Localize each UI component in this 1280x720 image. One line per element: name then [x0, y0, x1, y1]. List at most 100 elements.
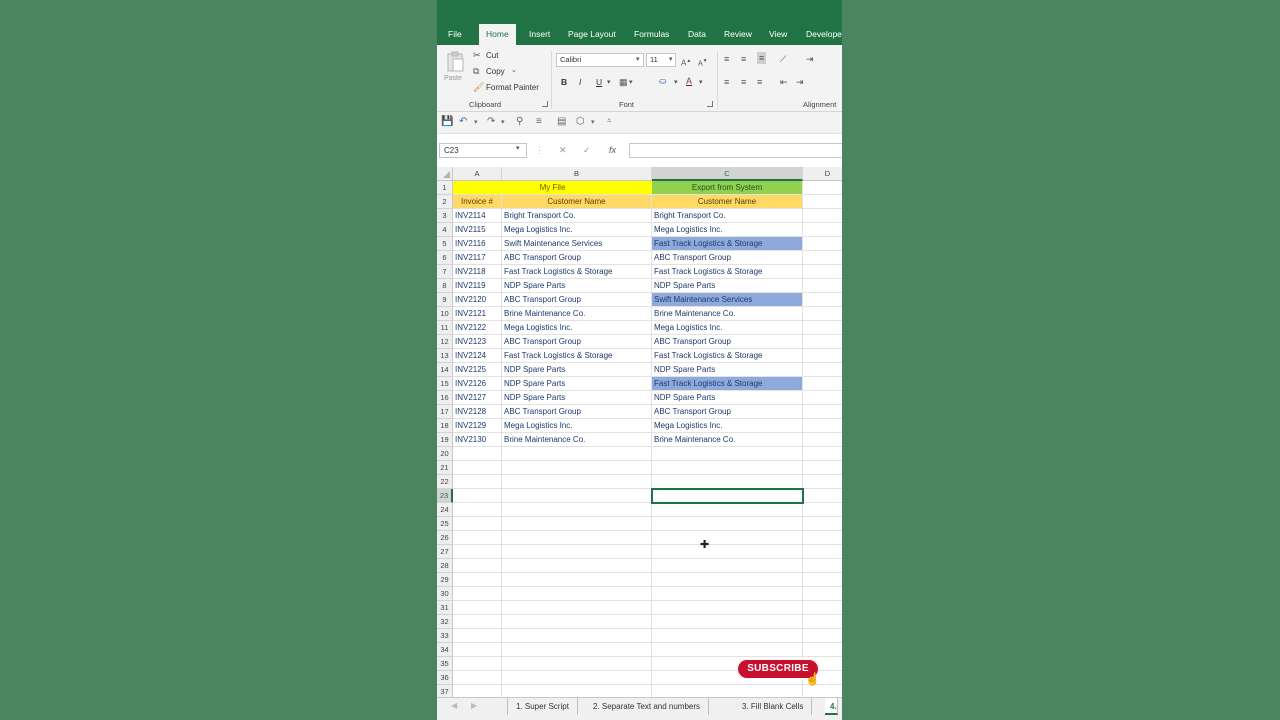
fill-color-icon[interactable]: ⛀: [659, 75, 667, 87]
cell-a20[interactable]: [453, 447, 502, 461]
column-header-a[interactable]: A: [453, 167, 502, 181]
row-header-5[interactable]: 5: [437, 237, 453, 251]
cell-c33[interactable]: [652, 629, 803, 643]
cell-a34[interactable]: [453, 643, 502, 657]
cell-b24[interactable]: [502, 503, 652, 517]
cell-a28[interactable]: [453, 559, 502, 573]
export-customer-cell[interactable]: Bright Transport Co.: [652, 209, 803, 223]
cell-b27[interactable]: [502, 545, 652, 559]
header-customer-name-c[interactable]: Customer Name: [652, 195, 803, 209]
cell-b22[interactable]: [502, 475, 652, 489]
italic-button[interactable]: I: [579, 77, 581, 87]
cell-d13[interactable]: [803, 349, 842, 363]
invoice-cell[interactable]: INV2118: [453, 265, 502, 279]
row-header-10[interactable]: 10: [437, 307, 453, 321]
cell-a33[interactable]: [453, 629, 502, 643]
invoice-cell[interactable]: INV2121: [453, 307, 502, 321]
clipboard-launcher-icon[interactable]: [542, 101, 548, 107]
cut-icon[interactable]: ✂: [473, 49, 481, 61]
cell-b23[interactable]: [502, 489, 652, 503]
export-customer-cell[interactable]: Brine Maintenance Co.: [652, 433, 803, 447]
invoice-cell[interactable]: INV2116: [453, 237, 502, 251]
my-file-customer-cell[interactable]: ABC Transport Group: [502, 405, 652, 419]
cell-c34[interactable]: [652, 643, 803, 657]
cell-b35[interactable]: [502, 657, 652, 671]
invoice-cell[interactable]: INV2120: [453, 293, 502, 307]
bold-button[interactable]: B: [561, 77, 567, 87]
cell-b25[interactable]: [502, 517, 652, 531]
cell-d19[interactable]: [803, 433, 842, 447]
row-header-28[interactable]: 28: [437, 559, 453, 573]
invoice-cell[interactable]: INV2128: [453, 405, 502, 419]
row-header-6[interactable]: 6: [437, 251, 453, 265]
row-header-9[interactable]: 9: [437, 293, 453, 307]
undo-dropdown-icon[interactable]: ▾: [474, 118, 478, 126]
export-customer-cell[interactable]: Mega Logistics Inc.: [652, 419, 803, 433]
row-header-21[interactable]: 21: [437, 461, 453, 475]
cell-c24[interactable]: [652, 503, 803, 517]
tab-data[interactable]: Data: [688, 24, 706, 45]
my-file-customer-cell[interactable]: Brine Maintenance Co.: [502, 307, 652, 321]
row-header-4[interactable]: 4: [437, 223, 453, 237]
row-header-32[interactable]: 32: [437, 615, 453, 629]
row-header-20[interactable]: 20: [437, 447, 453, 461]
font-size-dropdown-icon[interactable]: ▾: [669, 54, 673, 66]
font-launcher-icon[interactable]: [707, 101, 713, 107]
undo-icon[interactable]: ↶: [459, 116, 467, 127]
cell-b20[interactable]: [502, 447, 652, 461]
cell-d2[interactable]: [803, 195, 842, 209]
row-header-34[interactable]: 34: [437, 643, 453, 657]
cell-c29[interactable]: [652, 573, 803, 587]
column-header-d[interactable]: D: [803, 167, 842, 181]
redo-dropdown-icon[interactable]: ▾: [501, 118, 505, 126]
cell-d27[interactable]: [803, 545, 842, 559]
wrap-text-icon[interactable]: ⇥: [806, 53, 814, 65]
cell-d22[interactable]: [803, 475, 842, 489]
cell-c20[interactable]: [652, 447, 803, 461]
export-customer-cell-mismatch[interactable]: Swift Maintenance Services: [652, 293, 803, 307]
cell-c28[interactable]: [652, 559, 803, 573]
cell-d25[interactable]: [803, 517, 842, 531]
my-file-customer-cell[interactable]: Mega Logistics Inc.: [502, 321, 652, 335]
header-export-from-system[interactable]: Export from System: [652, 181, 803, 195]
cell-b31[interactable]: [502, 601, 652, 615]
cell-a24[interactable]: [453, 503, 502, 517]
export-customer-cell[interactable]: Fast Track Logistics & Storage: [652, 265, 803, 279]
select-all-corner[interactable]: [437, 167, 453, 181]
cell-d3[interactable]: [803, 209, 842, 223]
my-file-customer-cell[interactable]: NDP Spare Parts: [502, 377, 652, 391]
sheet-tab-separate-text[interactable]: 2. Separate Text and numbers: [585, 698, 710, 715]
cell-a23[interactable]: [453, 489, 502, 503]
cell-b26[interactable]: [502, 531, 652, 545]
export-customer-cell[interactable]: NDP Spare Parts: [652, 363, 803, 377]
cell-a31[interactable]: [453, 601, 502, 615]
export-customer-cell[interactable]: ABC Transport Group: [652, 251, 803, 265]
sheet-prev-icon[interactable]: ◀: [451, 701, 457, 710]
cell-d20[interactable]: [803, 447, 842, 461]
cell-d7[interactable]: [803, 265, 842, 279]
cell-d37[interactable]: [803, 685, 842, 697]
format-painter-icon[interactable]: 🖌: [473, 81, 484, 93]
increase-font-icon[interactable]: A▲: [681, 55, 691, 70]
invoice-cell[interactable]: INV2124: [453, 349, 502, 363]
cell-c30[interactable]: [652, 587, 803, 601]
cell-b21[interactable]: [502, 461, 652, 475]
row-header-30[interactable]: 30: [437, 587, 453, 601]
cell-d17[interactable]: [803, 405, 842, 419]
my-file-customer-cell[interactable]: ABC Transport Group: [502, 335, 652, 349]
cell-d1[interactable]: [803, 181, 842, 195]
cell-d11[interactable]: [803, 321, 842, 335]
row-header-29[interactable]: 29: [437, 573, 453, 587]
cell-b36[interactable]: [502, 671, 652, 685]
cell-d4[interactable]: [803, 223, 842, 237]
sheet-next-icon[interactable]: ▶: [471, 701, 477, 710]
invoice-cell[interactable]: INV2126: [453, 377, 502, 391]
row-header-15[interactable]: 15: [437, 377, 453, 391]
cell-d9[interactable]: [803, 293, 842, 307]
my-file-customer-cell[interactable]: NDP Spare Parts: [502, 279, 652, 293]
row-header-37[interactable]: 37: [437, 685, 453, 697]
cell-d24[interactable]: [803, 503, 842, 517]
cell-d33[interactable]: [803, 629, 842, 643]
row-header-26[interactable]: 26: [437, 531, 453, 545]
cell-d8[interactable]: [803, 279, 842, 293]
